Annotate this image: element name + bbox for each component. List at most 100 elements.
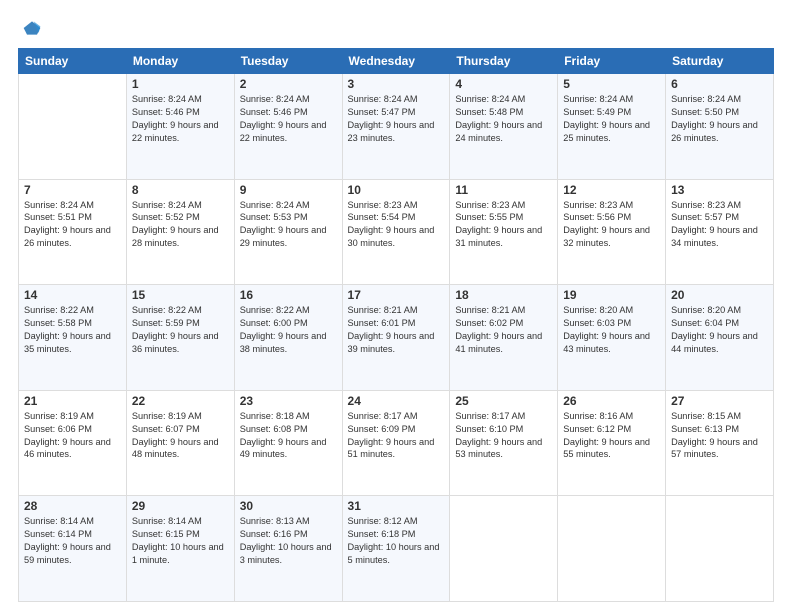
day-number: 30 bbox=[240, 499, 337, 513]
week-row-3: 14Sunrise: 8:22 AMSunset: 5:58 PMDayligh… bbox=[19, 285, 774, 391]
table-cell bbox=[666, 496, 774, 602]
table-cell: 18 Sunrise: 8:21 AMSunset: 6:02 PMDayligh… bbox=[450, 285, 558, 391]
week-row-2: 7 Sunrise: 8:24 AMSunset: 5:51 PMDaylight… bbox=[19, 179, 774, 285]
table-cell: 17Sunrise: 8:21 AMSunset: 6:01 PMDayligh… bbox=[342, 285, 450, 391]
day-info: Sunrise: 8:24 AMSunset: 5:46 PMDaylight:… bbox=[132, 93, 229, 145]
day-info: Sunrise: 8:16 AMSunset: 6:12 PMDaylight:… bbox=[563, 410, 660, 462]
day-info: Sunrise: 8:21 AMSunset: 6:02 PMDaylight:… bbox=[455, 304, 552, 356]
table-cell: 25 Sunrise: 8:17 AMSunset: 6:10 PMDayligh… bbox=[450, 390, 558, 496]
table-cell: 21 Sunrise: 8:19 AMSunset: 6:06 PMDayligh… bbox=[19, 390, 127, 496]
day-info: Sunrise: 8:24 AMSunset: 5:47 PMDaylight:… bbox=[348, 93, 445, 145]
table-cell: 24 Sunrise: 8:17 AMSunset: 6:09 PMDayligh… bbox=[342, 390, 450, 496]
day-info: Sunrise: 8:23 AMSunset: 5:55 PMDaylight:… bbox=[455, 199, 552, 251]
weekday-header-wednesday: Wednesday bbox=[342, 49, 450, 74]
weekday-header-thursday: Thursday bbox=[450, 49, 558, 74]
day-info: Sunrise: 8:13 AMSunset: 6:16 PMDaylight:… bbox=[240, 515, 337, 567]
day-number: 13 bbox=[671, 183, 768, 197]
table-cell: 29Sunrise: 8:14 AMSunset: 6:15 PMDayligh… bbox=[126, 496, 234, 602]
day-number: 2 bbox=[240, 77, 337, 91]
day-info: Sunrise: 8:24 AMSunset: 5:53 PMDaylight:… bbox=[240, 199, 337, 251]
day-number: 9 bbox=[240, 183, 337, 197]
table-cell: 26Sunrise: 8:16 AMSunset: 6:12 PMDayligh… bbox=[558, 390, 666, 496]
table-cell: 20Sunrise: 8:20 AMSunset: 6:04 PMDayligh… bbox=[666, 285, 774, 391]
table-cell: 4 Sunrise: 8:24 AMSunset: 5:48 PMDaylight… bbox=[450, 74, 558, 180]
weekday-header-saturday: Saturday bbox=[666, 49, 774, 74]
day-number: 7 bbox=[24, 183, 121, 197]
logo bbox=[18, 18, 46, 38]
table-cell: 2 Sunrise: 8:24 AMSunset: 5:46 PMDaylight… bbox=[234, 74, 342, 180]
table-cell: 23 Sunrise: 8:18 AMSunset: 6:08 PMDayligh… bbox=[234, 390, 342, 496]
day-info: Sunrise: 8:18 AMSunset: 6:08 PMDaylight:… bbox=[240, 410, 337, 462]
table-cell: 31 Sunrise: 8:12 AMSunset: 6:18 PMDayligh… bbox=[342, 496, 450, 602]
day-info: Sunrise: 8:12 AMSunset: 6:18 PMDaylight:… bbox=[348, 515, 445, 567]
day-number: 27 bbox=[671, 394, 768, 408]
table-cell bbox=[450, 496, 558, 602]
table-cell: 10 Sunrise: 8:23 AMSunset: 5:54 PMDayligh… bbox=[342, 179, 450, 285]
day-number: 16 bbox=[240, 288, 337, 302]
day-number: 18 bbox=[455, 288, 552, 302]
weekday-header-sunday: Sunday bbox=[19, 49, 127, 74]
table-cell: 13 Sunrise: 8:23 AMSunset: 5:57 PMDayligh… bbox=[666, 179, 774, 285]
table-cell: 1 Sunrise: 8:24 AMSunset: 5:46 PMDaylight… bbox=[126, 74, 234, 180]
day-number: 24 bbox=[348, 394, 445, 408]
day-info: Sunrise: 8:15 AMSunset: 6:13 PMDaylight:… bbox=[671, 410, 768, 462]
day-info: Sunrise: 8:21 AMSunset: 6:01 PMDaylight:… bbox=[348, 304, 445, 356]
day-info: Sunrise: 8:14 AMSunset: 6:14 PMDaylight:… bbox=[24, 515, 121, 567]
header bbox=[18, 18, 774, 38]
week-row-1: 1 Sunrise: 8:24 AMSunset: 5:46 PMDaylight… bbox=[19, 74, 774, 180]
day-info: Sunrise: 8:19 AMSunset: 6:07 PMDaylight:… bbox=[132, 410, 229, 462]
day-info: Sunrise: 8:22 AMSunset: 5:59 PMDaylight:… bbox=[132, 304, 229, 356]
table-cell: 8Sunrise: 8:24 AMSunset: 5:52 PMDaylight… bbox=[126, 179, 234, 285]
page: SundayMondayTuesdayWednesdayThursdayFrid… bbox=[0, 0, 792, 612]
week-row-4: 21 Sunrise: 8:19 AMSunset: 6:06 PMDayligh… bbox=[19, 390, 774, 496]
table-cell: 22 Sunrise: 8:19 AMSunset: 6:07 PMDayligh… bbox=[126, 390, 234, 496]
day-number: 14 bbox=[24, 288, 121, 302]
day-info: Sunrise: 8:24 AMSunset: 5:49 PMDaylight:… bbox=[563, 93, 660, 145]
day-number: 11 bbox=[455, 183, 552, 197]
table-cell: 12 Sunrise: 8:23 AMSunset: 5:56 PMDayligh… bbox=[558, 179, 666, 285]
day-info: Sunrise: 8:20 AMSunset: 6:03 PMDaylight:… bbox=[563, 304, 660, 356]
day-info: Sunrise: 8:24 AMSunset: 5:51 PMDaylight:… bbox=[24, 199, 121, 251]
day-number: 5 bbox=[563, 77, 660, 91]
table-cell: 11 Sunrise: 8:23 AMSunset: 5:55 PMDayligh… bbox=[450, 179, 558, 285]
table-cell: 9 Sunrise: 8:24 AMSunset: 5:53 PMDaylight… bbox=[234, 179, 342, 285]
day-number: 10 bbox=[348, 183, 445, 197]
day-info: Sunrise: 8:24 AMSunset: 5:46 PMDaylight:… bbox=[240, 93, 337, 145]
day-info: Sunrise: 8:23 AMSunset: 5:54 PMDaylight:… bbox=[348, 199, 445, 251]
weekday-header-friday: Friday bbox=[558, 49, 666, 74]
day-number: 3 bbox=[348, 77, 445, 91]
day-info: Sunrise: 8:24 AMSunset: 5:48 PMDaylight:… bbox=[455, 93, 552, 145]
day-number: 12 bbox=[563, 183, 660, 197]
table-cell: 14Sunrise: 8:22 AMSunset: 5:58 PMDayligh… bbox=[19, 285, 127, 391]
table-cell: 27 Sunrise: 8:15 AMSunset: 6:13 PMDayligh… bbox=[666, 390, 774, 496]
day-number: 28 bbox=[24, 499, 121, 513]
day-number: 31 bbox=[348, 499, 445, 513]
day-number: 22 bbox=[132, 394, 229, 408]
day-number: 25 bbox=[455, 394, 552, 408]
week-row-5: 28 Sunrise: 8:14 AMSunset: 6:14 PMDayligh… bbox=[19, 496, 774, 602]
day-number: 4 bbox=[455, 77, 552, 91]
day-info: Sunrise: 8:23 AMSunset: 5:56 PMDaylight:… bbox=[563, 199, 660, 251]
table-cell bbox=[558, 496, 666, 602]
table-cell: 30 Sunrise: 8:13 AMSunset: 6:16 PMDayligh… bbox=[234, 496, 342, 602]
weekday-header-row: SundayMondayTuesdayWednesdayThursdayFrid… bbox=[19, 49, 774, 74]
day-info: Sunrise: 8:23 AMSunset: 5:57 PMDaylight:… bbox=[671, 199, 768, 251]
day-info: Sunrise: 8:19 AMSunset: 6:06 PMDaylight:… bbox=[24, 410, 121, 462]
table-cell: 15 Sunrise: 8:22 AMSunset: 5:59 PMDayligh… bbox=[126, 285, 234, 391]
day-number: 23 bbox=[240, 394, 337, 408]
day-info: Sunrise: 8:20 AMSunset: 6:04 PMDaylight:… bbox=[671, 304, 768, 356]
calendar-table: SundayMondayTuesdayWednesdayThursdayFrid… bbox=[18, 48, 774, 602]
day-number: 15 bbox=[132, 288, 229, 302]
day-info: Sunrise: 8:17 AMSunset: 6:10 PMDaylight:… bbox=[455, 410, 552, 462]
day-info: Sunrise: 8:17 AMSunset: 6:09 PMDaylight:… bbox=[348, 410, 445, 462]
table-cell: 5 Sunrise: 8:24 AMSunset: 5:49 PMDaylight… bbox=[558, 74, 666, 180]
logo-icon bbox=[22, 18, 42, 38]
table-cell: 19Sunrise: 8:20 AMSunset: 6:03 PMDayligh… bbox=[558, 285, 666, 391]
table-cell: 7 Sunrise: 8:24 AMSunset: 5:51 PMDaylight… bbox=[19, 179, 127, 285]
day-number: 29 bbox=[132, 499, 229, 513]
day-number: 21 bbox=[24, 394, 121, 408]
day-number: 1 bbox=[132, 77, 229, 91]
day-info: Sunrise: 8:24 AMSunset: 5:52 PMDaylight:… bbox=[132, 199, 229, 251]
day-number: 6 bbox=[671, 77, 768, 91]
table-cell: 16Sunrise: 8:22 AMSunset: 6:00 PMDayligh… bbox=[234, 285, 342, 391]
